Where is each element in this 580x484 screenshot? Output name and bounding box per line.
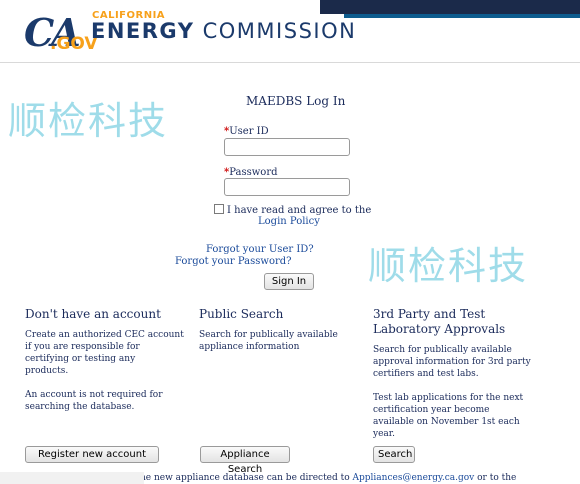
sign-in-button[interactable]: Sign In: [264, 273, 314, 290]
header-accent-stripe: [344, 14, 580, 18]
site-header: CA .GOV CALIFORNIA ENERGY COMMISSION: [0, 0, 580, 63]
forgot-password-link[interactable]: Forgot your Password?: [175, 256, 292, 267]
user-id-label: *User ID: [224, 126, 269, 137]
public-search-title: Public Search: [199, 307, 284, 321]
no-account-title: Don't have an account: [25, 307, 161, 321]
password-input[interactable]: [224, 178, 350, 196]
agree-checkbox[interactable]: [214, 204, 224, 214]
login-title: MAEDBS Log In: [246, 94, 346, 108]
login-policy-link[interactable]: Login Policy: [258, 216, 320, 227]
forgot-user-id-link[interactable]: Forgot your User ID?: [206, 244, 314, 255]
header-accent-bar: [320, 0, 580, 14]
third-party-text: Search for publically available approval…: [373, 345, 531, 439]
public-search-text: Search for publically available applianc…: [199, 330, 338, 352]
register-new-account-button[interactable]: Register new account: [25, 446, 159, 463]
search-button[interactable]: Search: [373, 446, 415, 463]
agree-text: I have read and agree to the: [227, 205, 372, 216]
user-id-input[interactable]: [224, 138, 350, 156]
agree-row: I have read and agree to the: [214, 204, 371, 216]
brand-title-energy: ENERGY: [91, 19, 195, 43]
brand-title: ENERGY COMMISSION: [91, 19, 356, 43]
password-label: *Password: [224, 167, 278, 178]
watermark-right: 顺检科技: [368, 244, 529, 288]
watermark-left: 顺检科技: [8, 99, 169, 143]
appliance-search-button[interactable]: Appliance Search: [200, 446, 290, 475]
footer-overlay: [0, 472, 144, 484]
footer-note: he new appliance database can be directe…: [140, 473, 517, 483]
no-account-text: Create an authorized CEC account if you …: [25, 330, 184, 412]
brand-title-commission: COMMISSION: [202, 19, 357, 43]
footer-email-link[interactable]: Appliances@energy.ca.gov: [353, 473, 475, 483]
third-party-title: 3rd Party and Test Laboratory Approvals: [373, 307, 506, 336]
